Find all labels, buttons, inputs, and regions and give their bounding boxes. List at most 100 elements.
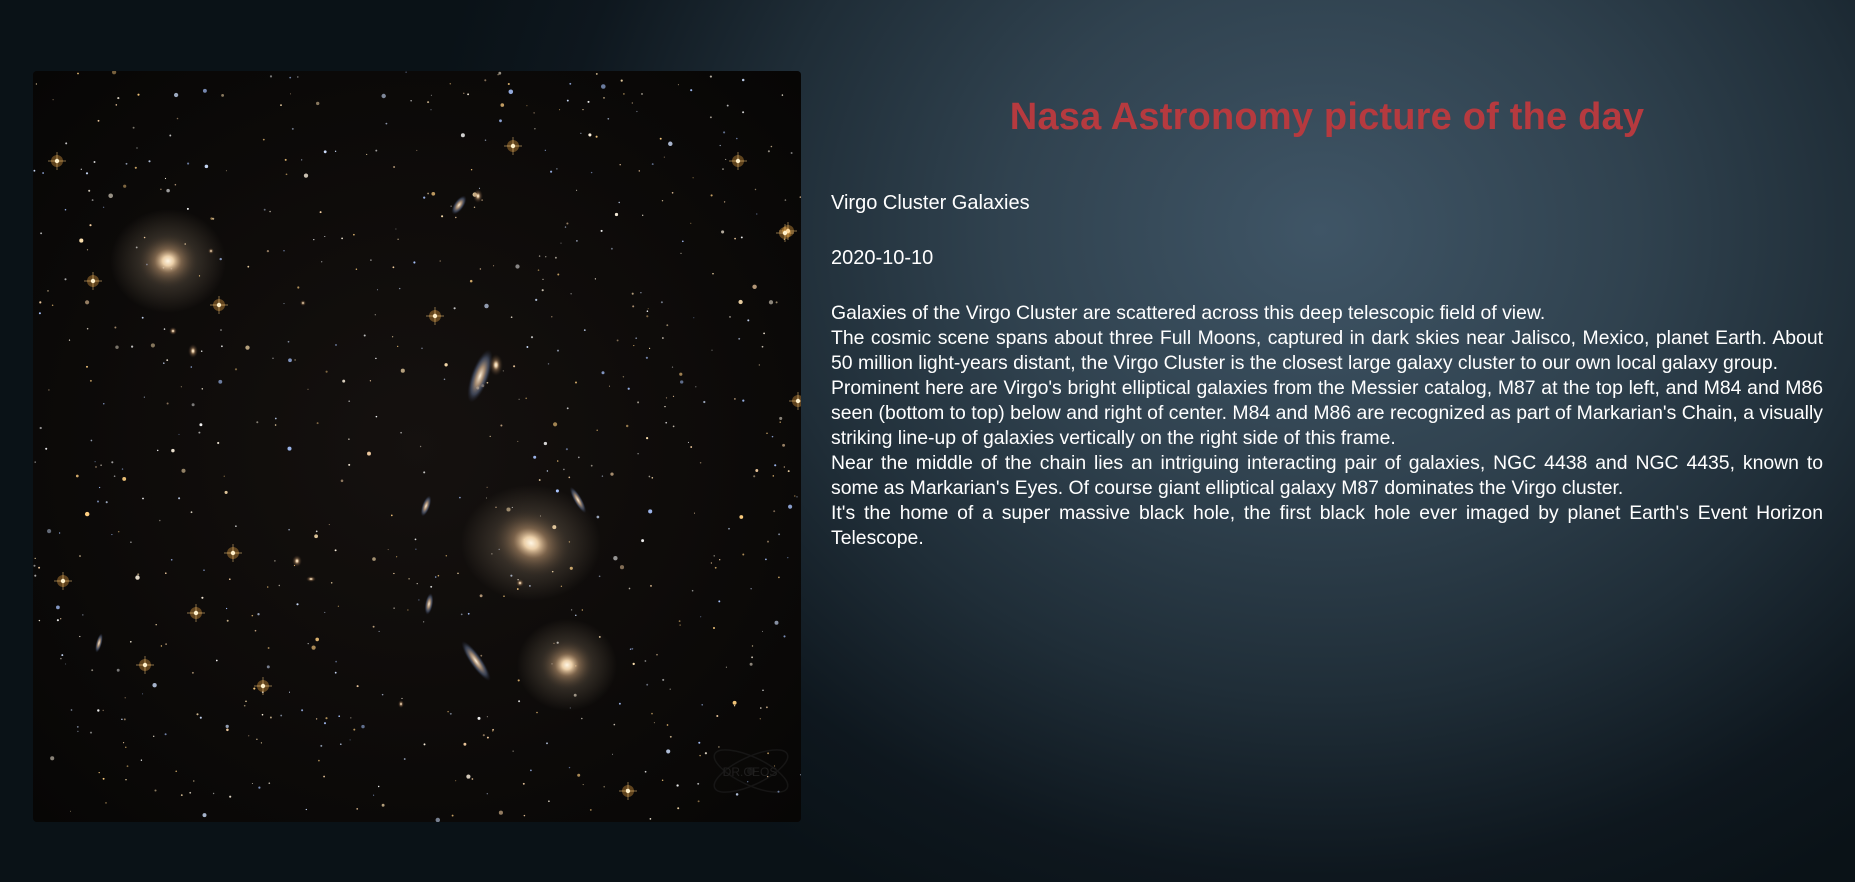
star bbox=[65, 142, 68, 145]
star bbox=[560, 242, 562, 244]
star bbox=[646, 310, 649, 312]
star bbox=[608, 385, 611, 387]
star bbox=[774, 620, 779, 625]
star bbox=[614, 212, 619, 217]
star bbox=[269, 210, 271, 213]
star bbox=[681, 240, 684, 243]
star bbox=[713, 555, 715, 557]
star bbox=[274, 424, 277, 426]
star bbox=[498, 810, 503, 815]
star bbox=[165, 643, 167, 645]
star bbox=[596, 429, 598, 431]
star bbox=[355, 268, 358, 270]
star bbox=[202, 813, 207, 818]
star bbox=[645, 356, 649, 359]
star bbox=[405, 71, 407, 73]
star bbox=[150, 343, 155, 348]
star bbox=[296, 603, 299, 606]
star bbox=[166, 359, 169, 361]
star bbox=[226, 619, 229, 622]
star bbox=[89, 224, 92, 227]
star bbox=[48, 389, 50, 391]
star bbox=[266, 665, 270, 669]
star bbox=[196, 713, 199, 716]
star bbox=[77, 72, 79, 75]
star bbox=[556, 460, 559, 462]
star bbox=[463, 92, 465, 94]
star bbox=[287, 340, 290, 343]
star bbox=[320, 744, 323, 747]
star bbox=[178, 433, 180, 435]
star bbox=[176, 117, 179, 120]
star bbox=[181, 468, 186, 473]
star bbox=[723, 201, 726, 203]
star bbox=[268, 782, 271, 785]
star bbox=[594, 278, 597, 280]
star bbox=[251, 614, 254, 617]
star bbox=[254, 629, 257, 632]
star bbox=[680, 380, 684, 384]
star bbox=[631, 102, 633, 104]
star bbox=[356, 685, 359, 688]
star bbox=[348, 438, 350, 440]
star bbox=[111, 534, 113, 536]
star bbox=[396, 556, 398, 558]
star bbox=[507, 82, 510, 86]
star bbox=[98, 771, 100, 774]
star bbox=[160, 188, 162, 191]
star bbox=[311, 645, 316, 650]
star bbox=[502, 370, 504, 372]
star bbox=[640, 291, 642, 294]
star bbox=[393, 607, 395, 609]
star bbox=[449, 83, 452, 85]
star bbox=[160, 645, 163, 647]
star bbox=[618, 702, 621, 705]
star bbox=[155, 623, 157, 626]
star bbox=[582, 784, 584, 786]
star bbox=[38, 566, 41, 569]
star bbox=[692, 177, 694, 179]
star bbox=[651, 712, 653, 715]
star bbox=[563, 468, 565, 471]
star bbox=[366, 153, 368, 155]
star bbox=[517, 679, 520, 682]
star bbox=[398, 287, 401, 290]
star bbox=[693, 512, 696, 514]
star bbox=[497, 74, 499, 76]
star bbox=[500, 103, 505, 107]
star bbox=[89, 731, 93, 734]
star bbox=[566, 99, 569, 102]
star bbox=[65, 663, 67, 665]
star bbox=[703, 400, 706, 404]
star bbox=[125, 746, 127, 748]
star bbox=[280, 104, 282, 106]
star bbox=[287, 446, 292, 451]
star bbox=[381, 93, 386, 99]
star bbox=[610, 247, 613, 250]
star bbox=[123, 718, 126, 721]
star bbox=[598, 575, 601, 578]
star bbox=[130, 541, 132, 544]
star bbox=[510, 316, 513, 319]
star bbox=[269, 716, 272, 719]
star bbox=[659, 137, 662, 140]
star bbox=[677, 807, 680, 810]
star bbox=[568, 476, 571, 479]
star bbox=[633, 345, 635, 347]
star bbox=[285, 173, 288, 176]
star bbox=[400, 431, 402, 434]
star bbox=[649, 818, 652, 820]
star bbox=[88, 189, 91, 192]
star bbox=[723, 131, 726, 134]
star bbox=[661, 200, 664, 202]
star bbox=[747, 781, 749, 783]
star bbox=[725, 158, 727, 160]
star bbox=[498, 71, 502, 75]
star bbox=[536, 711, 538, 714]
star bbox=[199, 716, 202, 719]
star bbox=[323, 775, 326, 778]
star bbox=[97, 119, 100, 122]
star bbox=[102, 709, 104, 712]
star bbox=[212, 792, 215, 795]
star bbox=[601, 371, 605, 375]
